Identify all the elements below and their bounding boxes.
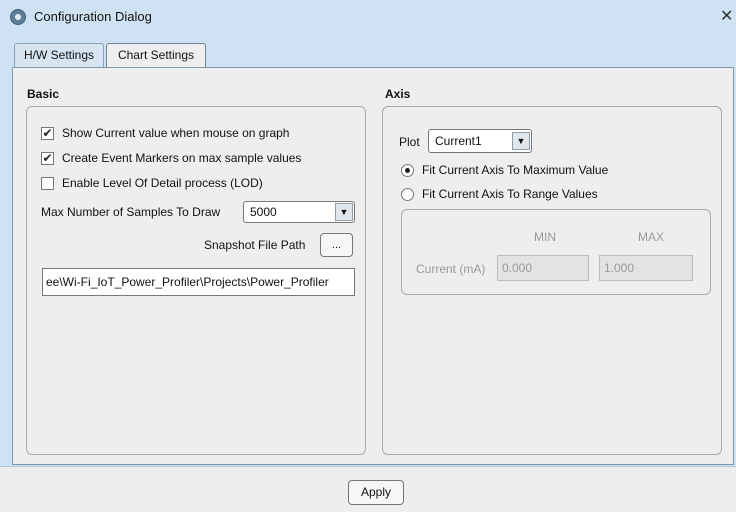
fit-maximum-radio[interactable]: [401, 163, 414, 177]
basic-section-title: Basic: [27, 87, 60, 101]
plot-value: Current1: [435, 134, 482, 148]
basic-group: ✔ Show Current value when mouse on graph…: [26, 106, 366, 455]
tab-chart-settings[interactable]: Chart Settings: [106, 43, 206, 67]
max-samples-select[interactable]: 5000 ▼: [243, 201, 355, 223]
chevron-down-icon[interactable]: ▼: [335, 203, 353, 221]
axis-group: Plot Current1 ▼ Fit Current Axis To Maxi…: [382, 106, 722, 455]
dialog-footer: Apply: [0, 466, 736, 512]
max-header: MAX: [638, 230, 665, 244]
radio-label: Fit Current Axis To Maximum Value: [422, 163, 609, 177]
chevron-down-icon[interactable]: ▼: [512, 132, 530, 150]
option-label: Show Current value when mouse on graph: [62, 126, 290, 140]
max-value-input[interactable]: 1.000: [599, 255, 693, 281]
gear-icon: [10, 9, 26, 25]
plot-select[interactable]: Current1 ▼: [428, 129, 532, 153]
radio-fit-maximum[interactable]: Fit Current Axis To Maximum Value: [401, 163, 608, 177]
option-label: Create Event Markers on max sample value…: [62, 151, 302, 165]
tab-hw-settings[interactable]: H/W Settings: [14, 43, 104, 67]
min-header: MIN: [534, 230, 556, 244]
max-samples-label: Max Number of Samples To Draw: [41, 205, 221, 219]
browse-button[interactable]: ...: [320, 233, 353, 257]
window-title: Configuration Dialog: [34, 9, 152, 24]
range-values-group: MIN MAX Current (mA) 0.000 1.000: [401, 209, 711, 295]
lod-checkbox[interactable]: [41, 176, 54, 190]
min-value-input[interactable]: 0.000: [497, 255, 589, 281]
chart-settings-panel: Basic ✔ Show Current value when mouse on…: [12, 67, 734, 465]
option-label: Enable Level Of Detail process (LOD): [62, 176, 263, 190]
fit-range-radio[interactable]: [401, 187, 414, 201]
title-bar: Configuration Dialog ✕: [0, 0, 736, 34]
snapshot-path-input[interactable]: ee\Wi-Fi_IoT_Power_Profiler\Projects\Pow…: [42, 268, 355, 296]
radio-fit-range[interactable]: Fit Current Axis To Range Values: [401, 187, 598, 201]
event-markers-checkbox[interactable]: ✔: [41, 151, 54, 165]
plot-label: Plot: [399, 135, 420, 149]
close-icon[interactable]: ✕: [720, 6, 733, 26]
axis-section-title: Axis: [385, 87, 411, 101]
option-lod[interactable]: Enable Level Of Detail process (LOD): [41, 176, 263, 190]
show-current-checkbox[interactable]: ✔: [41, 126, 54, 140]
snapshot-path-label: Snapshot File Path: [204, 238, 306, 252]
max-samples-value: 5000: [250, 205, 277, 219]
option-event-markers[interactable]: ✔ Create Event Markers on max sample val…: [41, 151, 301, 165]
option-show-current[interactable]: ✔ Show Current value when mouse on graph: [41, 126, 289, 140]
radio-label: Fit Current Axis To Range Values: [422, 187, 598, 201]
current-ma-label: Current (mA): [416, 262, 486, 276]
apply-button[interactable]: Apply: [348, 480, 404, 505]
